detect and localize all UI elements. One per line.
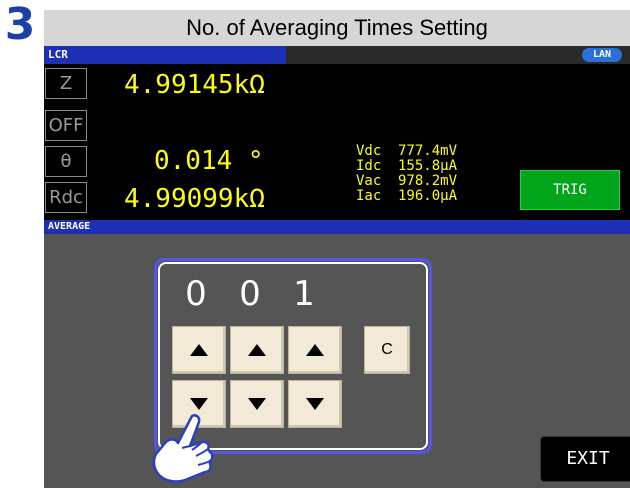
triangle-down-icon (248, 398, 266, 410)
digit-hundreds: 0 (185, 274, 207, 314)
theta-value: 0.014 ° (154, 146, 264, 176)
triangle-up-icon (306, 344, 324, 356)
lcr-mode-tab[interactable]: LCR (44, 46, 286, 64)
vac-label: Vac (356, 173, 382, 189)
iac-label: Iac (356, 188, 382, 204)
param-box-rdc[interactable]: Rdc (45, 182, 87, 213)
digit-tens: 0 (239, 274, 261, 314)
triangle-down-icon (190, 398, 208, 410)
triangle-up-icon (248, 344, 266, 356)
lan-indicator: LAN (582, 48, 622, 62)
z-value: 4.99145kΩ (124, 70, 265, 100)
hundreds-up-button[interactable] (172, 326, 226, 374)
page-title: No. of Averaging Times Setting (44, 10, 630, 46)
tens-up-button[interactable] (230, 326, 284, 374)
ones-up-button[interactable] (288, 326, 342, 374)
average-header: AVERAGE (44, 220, 630, 234)
idc-label: Idc (356, 158, 382, 174)
top-status-bar: LCR LAN (44, 46, 630, 64)
pointing-hand-icon (152, 414, 214, 483)
tens-down-button[interactable] (230, 380, 284, 428)
triangle-up-icon (190, 344, 208, 356)
param-box-theta[interactable]: θ (45, 146, 87, 177)
iac-value: 196.0µA (398, 188, 458, 204)
ones-down-button[interactable] (288, 380, 342, 428)
instrument-screen: LCR LAN Z OFF θ Rdc 4.99145kΩ 0.014 ° 4.… (44, 46, 630, 488)
rdc-value: 4.99099kΩ (124, 184, 265, 214)
triangle-down-icon (306, 398, 324, 410)
param-box-z[interactable]: Z (45, 68, 87, 99)
clear-button[interactable]: C (364, 326, 410, 374)
vac-value: 978.2mV (398, 173, 458, 189)
param-box-off[interactable]: OFF (45, 110, 87, 141)
vdc-value: 777.4mV (398, 143, 458, 159)
trig-button[interactable]: TRIG (520, 170, 620, 210)
vdc-label: Vdc (356, 143, 382, 159)
digit-ones: 1 (293, 274, 315, 314)
idc-value: 155.8µA (398, 158, 458, 174)
step-number: 3 (4, 0, 36, 50)
exit-button[interactable]: EXIT (540, 436, 630, 482)
